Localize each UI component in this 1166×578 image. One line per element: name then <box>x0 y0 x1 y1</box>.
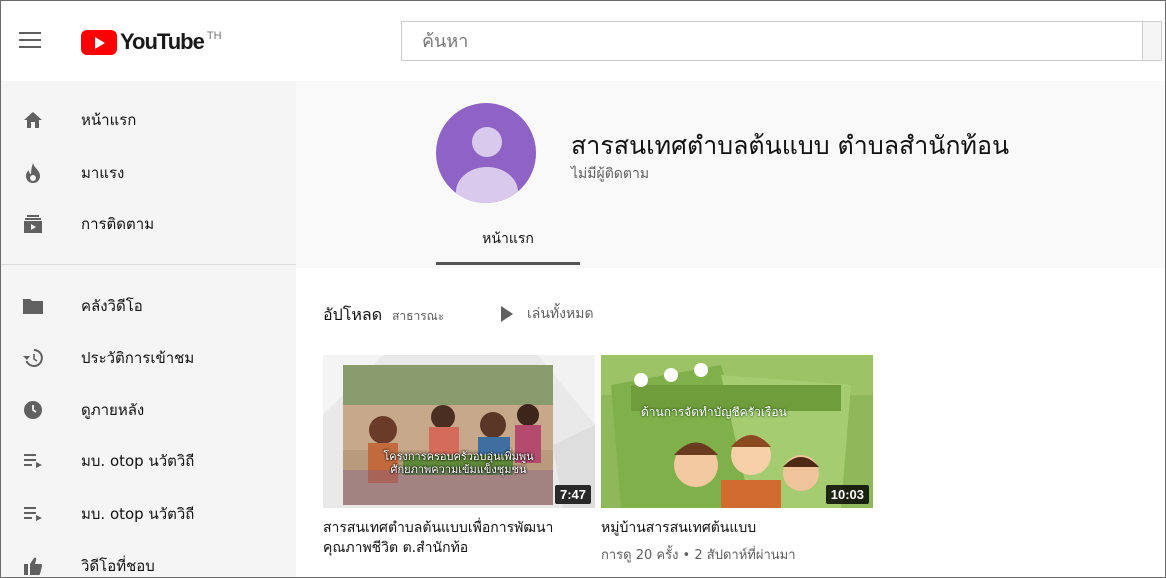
sidebar-item-label: มบ. otop นวัตวิถี <box>81 452 195 470</box>
history-icon <box>23 348 43 368</box>
video-card[interactable]: โครงการครอบครัวอบอุ่นเพิ่มพูน ศักยภาพควา… <box>323 355 595 558</box>
sidebar-item-library[interactable]: คลังวิดีโอ <box>1 283 296 329</box>
video-duration: 7:47 <box>554 485 591 504</box>
sidebar: หน้าแรก มาแรง การติดตาม คลังวิดีโอ ประวั… <box>1 81 296 577</box>
video-duration: 10:03 <box>825 485 869 504</box>
sidebar-item-label: มาแรง <box>81 164 125 182</box>
logo-region: TH <box>206 30 222 42</box>
playlist-icon <box>23 504 43 524</box>
sidebar-item-playlist-1[interactable]: มบ. otop นวัตวิถี <box>1 438 296 484</box>
avatar-body <box>456 167 518 203</box>
play-all-button[interactable]: เล่นทั้งหมด <box>501 303 594 325</box>
video-thumbnail[interactable]: โครงการครอบครัวอบอุ่นเพิ่มพูน ศักยภาพควา… <box>323 355 595 508</box>
trending-icon <box>23 163 43 183</box>
clock-icon <box>23 400 43 420</box>
sidebar-item-history[interactable]: ประวัติการเข้าชม <box>1 335 296 381</box>
tab-active-indicator <box>436 262 580 265</box>
play-icon <box>501 306 513 322</box>
search-button[interactable] <box>1142 21 1162 61</box>
channel-avatar[interactable] <box>436 103 536 203</box>
youtube-logo[interactable]: YouTube TH <box>81 28 222 56</box>
sidebar-item-playlist-2[interactable]: มบ. otop นวัตวิถี <box>1 491 296 537</box>
youtube-play-icon <box>81 29 117 55</box>
sidebar-item-label: การติดตาม <box>81 215 155 233</box>
subscriber-count: ไม่มีผู้ติดตาม <box>571 166 650 182</box>
sidebar-item-label: วิดีโอที่ชอบ <box>81 557 155 575</box>
sidebar-item-label: คลังวิดีโอ <box>81 297 143 315</box>
search-input[interactable] <box>402 22 1161 60</box>
top-bar: YouTube TH <box>1 1 1165 81</box>
video-title[interactable]: หมู่บ้านสารสนเทศต้นแบบ <box>601 518 866 538</box>
play-all-label: เล่นทั้งหมด <box>527 306 594 322</box>
youtube-window: YouTube TH หน้าแรก มาแรง การติดตาม <box>0 0 1166 578</box>
playlist-icon <box>23 451 43 471</box>
thumbnail-caption: ด้านการจัดทำบัญชีครัวเรือน <box>641 405 787 419</box>
avatar-head <box>472 127 502 157</box>
thumbnail-caption: ศักยภาพความเข้มแข็งชุมชน <box>390 463 527 476</box>
video-meta: การดู 20 ครั้ง • 2 สัปดาห์ที่ผ่านมา <box>601 548 796 563</box>
tab-home[interactable]: หน้าแรก <box>436 213 580 265</box>
video-title[interactable]: สารสนเทศตำบลต้นแบบเพื่อการพัฒนาคุณภาพชีว… <box>323 518 588 558</box>
thumbs-up-icon <box>23 556 43 576</box>
logo-text: YouTube <box>120 29 205 54</box>
uploads-header: อัปโหลด สาธารณะ <box>323 303 444 328</box>
home-icon <box>23 110 43 130</box>
folder-icon <box>23 296 43 316</box>
sidebar-item-label: หน้าแรก <box>81 111 137 129</box>
channel-title: สารสนเทศตำบลต้นแบบ ตำบลสำนักท้อน <box>571 131 1010 160</box>
sidebar-item-trending[interactable]: มาแรง <box>1 150 296 196</box>
subscriptions-icon <box>23 214 43 234</box>
search-box <box>401 21 1162 61</box>
thumbnail-caption: โครงการครอบครัวอบอุ่นเพิ่มพูน <box>383 450 534 463</box>
sidebar-item-liked-videos[interactable]: วิดีโอที่ชอบ <box>1 543 296 577</box>
sidebar-item-watch-later[interactable]: ดูภายหลัง <box>1 387 296 433</box>
sidebar-item-label: ประวัติการเข้าชม <box>81 349 195 367</box>
main-content: สารสนเทศตำบลต้นแบบ ตำบลสำนักท้อน ไม่มีผู… <box>296 81 1165 577</box>
sidebar-item-subscriptions[interactable]: การติดตาม <box>1 201 296 247</box>
video-thumbnail[interactable]: ด้านการจัดทำบัญชีครัวเรือน 10:03 <box>601 355 873 508</box>
sidebar-divider <box>1 264 296 265</box>
sidebar-item-label: มบ. otop นวัตวิถี <box>81 505 195 523</box>
uploads-title[interactable]: อัปโหลด <box>323 303 382 328</box>
uploads-visibility: สาธารณะ <box>392 309 445 323</box>
video-card[interactable]: ด้านการจัดทำบัญชีครัวเรือน 10:03 หมู่บ้า… <box>601 355 873 565</box>
channel-header: สารสนเทศตำบลต้นแบบ ตำบลสำนักท้อน ไม่มีผู… <box>296 81 1165 268</box>
sidebar-item-label: ดูภายหลัง <box>81 401 145 419</box>
hamburger-menu-icon[interactable] <box>19 32 41 50</box>
sidebar-item-home[interactable]: หน้าแรก <box>1 97 296 143</box>
